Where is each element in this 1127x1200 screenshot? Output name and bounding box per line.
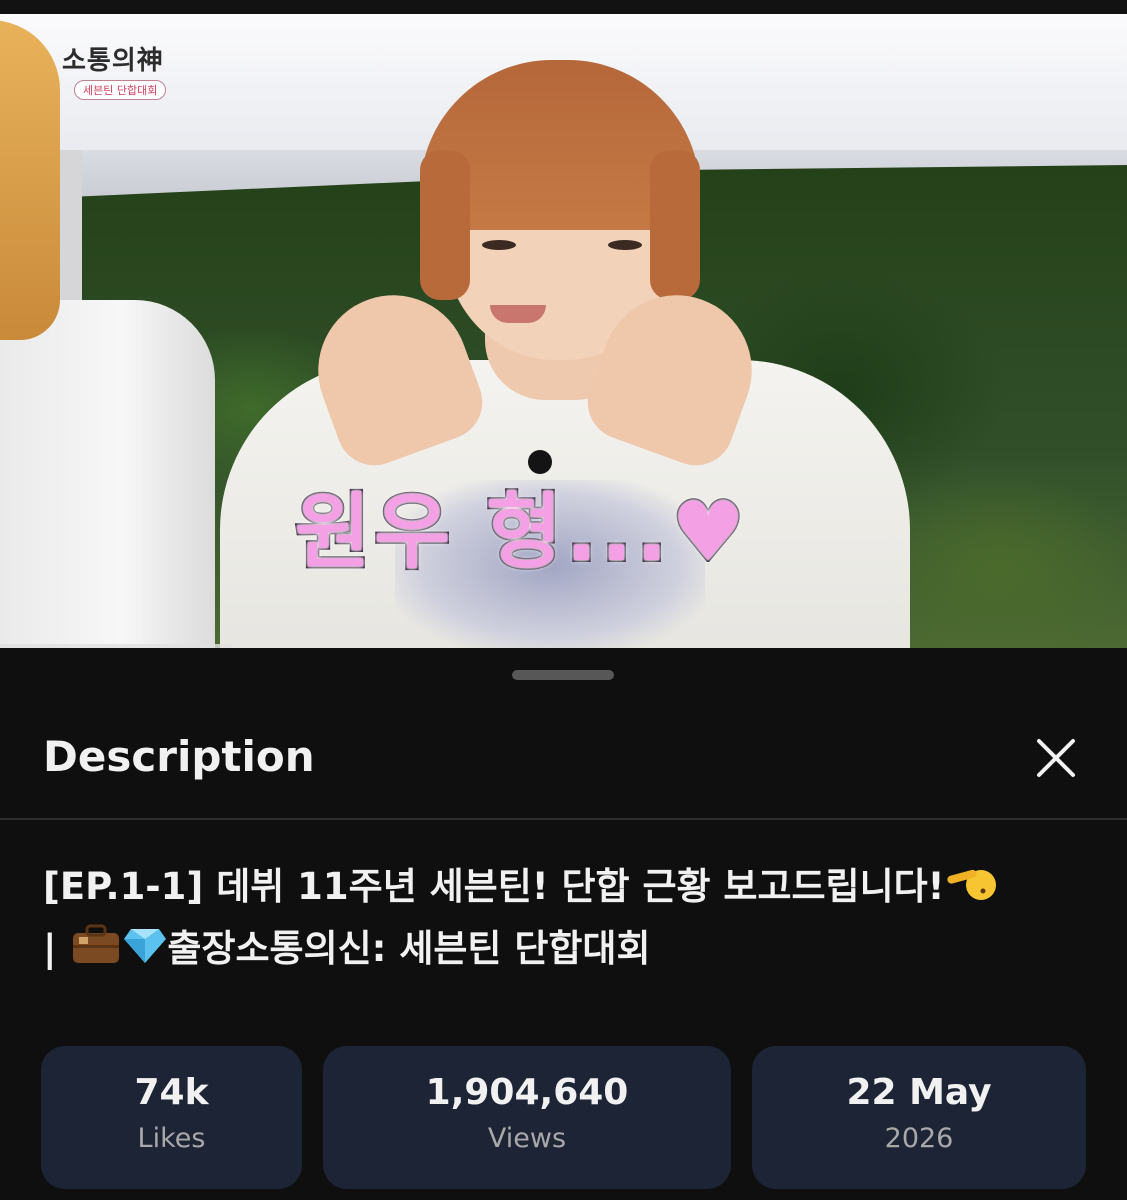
video-title-line1: [EP.1-1] 데뷔 11주년 세븐틴! 단합 근황 보고드립니다! <box>43 865 945 908</box>
video-title-line2: 출장소통의신: 세븐틴 단합대회 <box>167 927 651 970</box>
briefcase-icon <box>69 923 123 982</box>
views-count: 1,904,640 <box>425 1072 629 1113</box>
video-top-bar <box>0 0 1127 14</box>
video-caption: 원우 형...♥ <box>293 483 749 582</box>
views-card[interactable]: 1,904,640 Views <box>323 1046 731 1189</box>
date-card[interactable]: 22 May 2026 <box>752 1046 1086 1189</box>
video-person-left-hair <box>0 20 60 340</box>
hair-side-right <box>650 150 700 300</box>
close-icon <box>1037 739 1075 777</box>
eye-left <box>482 240 516 250</box>
video-player[interactable]: 소통의神 세븐틴 단합대회 원우 형...♥ <box>0 0 1127 648</box>
views-label: Views <box>487 1123 567 1154</box>
likes-count: 74k <box>134 1072 209 1113</box>
hair-side-left <box>420 150 470 300</box>
sheet-divider <box>0 818 1127 820</box>
description-sheet: Description [EP.1-1] 데뷔 11주년 세븐틴! 단합 근황 … <box>0 648 1127 1200</box>
likes-card[interactable]: 74k Likes <box>41 1046 302 1189</box>
upload-date: 22 May <box>846 1072 992 1113</box>
show-logo-title: 소통의神 <box>62 46 164 76</box>
video-person-left <box>0 300 215 648</box>
video-title: [EP.1-1] 데뷔 11주년 세븐틴! 단합 근황 보고드립니다! | 출장… <box>43 858 1083 982</box>
gem-icon <box>123 923 167 982</box>
saluting-face-icon <box>945 862 997 920</box>
upload-year: 2026 <box>884 1123 954 1154</box>
show-logo: 소통의神 세븐틴 단합대회 <box>58 40 178 100</box>
drag-handle[interactable] <box>512 670 614 680</box>
close-button[interactable] <box>1028 730 1084 786</box>
sheet-title: Description <box>43 732 315 781</box>
show-logo-subtitle: 세븐틴 단합대회 <box>74 80 167 100</box>
video-title-separator: | <box>43 927 57 970</box>
likes-label: Likes <box>137 1123 206 1154</box>
stats-row: 74k Likes 1,904,640 Views 22 May 2026 <box>41 1046 1091 1189</box>
eye-right <box>608 240 642 250</box>
